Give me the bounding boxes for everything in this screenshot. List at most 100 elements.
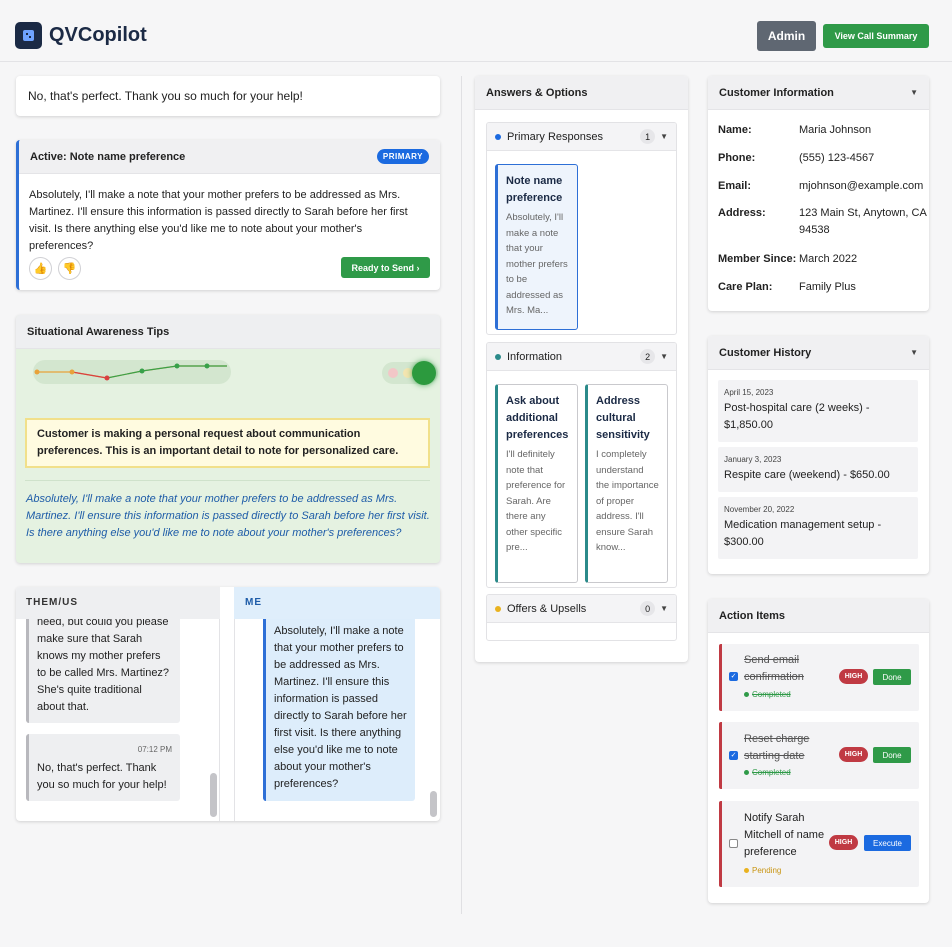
- info-label: Name:: [718, 124, 752, 136]
- me-header: ME: [234, 587, 440, 619]
- history-text: Medication management setup - $300.00: [724, 519, 882, 548]
- them-message-text: need, but could you please make sure tha…: [37, 619, 170, 713]
- done-button[interactable]: Done: [873, 747, 911, 763]
- action-status-text: Completed: [752, 768, 791, 777]
- response-option-ask-additional-preferences[interactable]: Ask about additional preferences I'll de…: [495, 384, 578, 583]
- section-header-primary-responses[interactable]: Primary Responses 1 ▼: [487, 123, 676, 151]
- info-label: Address:: [718, 207, 766, 219]
- active-suggestion-title: Active: Note name preference: [30, 150, 186, 163]
- chevron-down-icon: ▼: [660, 352, 668, 361]
- sentiment-negative-light: [388, 368, 398, 378]
- section-count: 0: [640, 601, 656, 616]
- info-value: 123 Main St, Anytown, CA 94538: [799, 207, 927, 236]
- primary-dot-icon: [495, 133, 501, 140]
- customer-history-header[interactable]: Customer History ▼: [708, 336, 929, 370]
- action-items-header: Action Items: [708, 599, 929, 633]
- info-label: Care Plan:: [718, 281, 773, 293]
- answers-options-header: Answers & Options: [475, 76, 688, 110]
- view-call-summary-button[interactable]: View Call Summary: [823, 24, 929, 48]
- section-count: 1: [640, 129, 656, 144]
- answers-options-card: Answers & Options Primary Responses 1 ▼ …: [475, 76, 688, 662]
- customer-information-header[interactable]: Customer Information ▼: [708, 76, 929, 110]
- them-message: 07:12 PM No, that's perfect. Thank you s…: [26, 734, 180, 801]
- info-label: Member Since:: [718, 253, 797, 265]
- option-title: Ask about additional preferences: [506, 395, 569, 441]
- chevron-down-icon: ▼: [660, 604, 668, 613]
- response-option-address-cultural-sensitivity[interactable]: Address cultural sensitivity I completel…: [585, 384, 668, 583]
- chevron-down-icon[interactable]: ▼: [910, 348, 918, 357]
- option-title: Note name preference: [506, 175, 563, 204]
- primary-badge: PRIMARY: [376, 149, 429, 164]
- last-message-card: No, that's perfect. Thank you so much fo…: [16, 76, 440, 116]
- chevron-down-icon[interactable]: ▼: [910, 88, 918, 97]
- feedback-buttons: 👍 👎: [29, 257, 81, 280]
- history-date: January 3, 2023: [724, 455, 782, 464]
- suggested-response-quote: Absolutely, I'll make a note that your m…: [26, 493, 430, 539]
- status-dot-icon: [744, 770, 749, 776]
- sentiment-positive-light: [412, 361, 436, 385]
- action-checkbox[interactable]: [729, 839, 738, 848]
- me-message-text: Absolutely, I'll make a note that your m…: [274, 625, 407, 790]
- action-checkbox[interactable]: ✓: [729, 672, 738, 681]
- answers-options-title: Answers & Options: [486, 86, 588, 99]
- priority-badge: HIGH: [829, 835, 858, 850]
- history-item: November 20, 2022 Medication management …: [718, 497, 918, 559]
- execute-button[interactable]: Execute: [864, 835, 911, 851]
- customer-information-card: Customer Information ▼ Name: Maria Johns…: [708, 76, 929, 311]
- action-status: Pending: [744, 866, 781, 875]
- column-divider: [461, 76, 462, 914]
- active-suggestion-header: Active: Note name preference PRIMARY: [19, 140, 440, 174]
- situational-alert: Customer is making a personal request ab…: [25, 418, 430, 468]
- info-value: March 2022: [799, 253, 858, 265]
- response-option-note-name-preference[interactable]: Note name preference Absolutely, I'll ma…: [495, 164, 578, 330]
- customer-information-title: Customer Information: [719, 86, 834, 99]
- me-messages-column[interactable]: Absolutely, I'll make a note that your m…: [234, 619, 440, 821]
- thumbs-down-icon[interactable]: 👎: [58, 257, 81, 280]
- message-timestamp: 07:12 PM: [137, 745, 172, 754]
- app-logo-icon: [15, 22, 42, 49]
- done-button[interactable]: Done: [873, 669, 911, 685]
- them-messages-column[interactable]: need, but could you please make sure tha…: [16, 619, 220, 821]
- action-status: Completed: [744, 690, 791, 699]
- section-header-offers-upsells[interactable]: Offers & Upsells 0 ▼: [487, 595, 676, 623]
- section-header-information[interactable]: Information 2 ▼: [487, 343, 676, 371]
- history-item: April 15, 2023 Post-hospital care (2 wee…: [718, 380, 918, 442]
- info-value: Maria Johnson: [799, 124, 872, 136]
- thumbs-up-icon[interactable]: 👍: [29, 257, 52, 280]
- offers-upsells-section: Offers & Upsells 0 ▼: [486, 594, 677, 641]
- offers-dot-icon: [495, 605, 501, 612]
- admin-button[interactable]: Admin: [757, 21, 816, 51]
- info-label: Phone:: [718, 152, 756, 164]
- situational-tips-header: Situational Awareness Tips: [16, 315, 440, 349]
- active-suggestion-body: Absolutely, I'll make a note that your m…: [29, 189, 408, 252]
- option-preview: I completely understand the importance o…: [596, 449, 659, 553]
- them-scrollbar[interactable]: [210, 773, 217, 817]
- primary-responses-section: Primary Responses 1 ▼ Note name preferen…: [486, 122, 677, 335]
- section-label: Primary Responses: [507, 130, 603, 143]
- them-us-header: THEM/US: [16, 587, 220, 619]
- status-dot-icon: [744, 868, 749, 874]
- history-text: Post-hospital care (2 weeks) - $1,850.00: [724, 402, 870, 431]
- action-item: ✓ Reset charge starting date Completed H…: [719, 722, 919, 789]
- them-message-text: No, that's perfect. Thank you so much fo…: [37, 762, 167, 791]
- me-message: Absolutely, I'll make a note that your m…: [263, 619, 415, 801]
- app-name: QVCopilot: [49, 24, 147, 46]
- action-checkbox[interactable]: ✓: [729, 751, 738, 760]
- history-text: Respite care (weekend) - $650.00: [724, 469, 890, 481]
- information-dot-icon: [495, 353, 501, 360]
- priority-badge: HIGH: [839, 747, 868, 762]
- option-title: Address cultural sensitivity: [596, 395, 650, 441]
- action-items-title: Action Items: [719, 609, 786, 622]
- info-label: Email:: [718, 180, 752, 192]
- status-dot-icon: [744, 692, 749, 698]
- info-value: mjohnson@example.com: [799, 180, 924, 192]
- section-label: Information: [507, 350, 563, 363]
- me-scrollbar[interactable]: [430, 791, 437, 817]
- sentiment-indicator: [382, 361, 438, 385]
- active-suggestion-card: Active: Note name preference PRIMARY Abs…: [16, 140, 440, 290]
- action-item: Notify Sarah Mitchell of name preference…: [719, 801, 919, 887]
- action-title: Reset charge starting date: [744, 733, 810, 762]
- action-status: Completed: [744, 768, 791, 777]
- ready-to-send-button[interactable]: Ready to Send ›: [341, 257, 430, 278]
- history-date: November 20, 2022: [724, 505, 795, 514]
